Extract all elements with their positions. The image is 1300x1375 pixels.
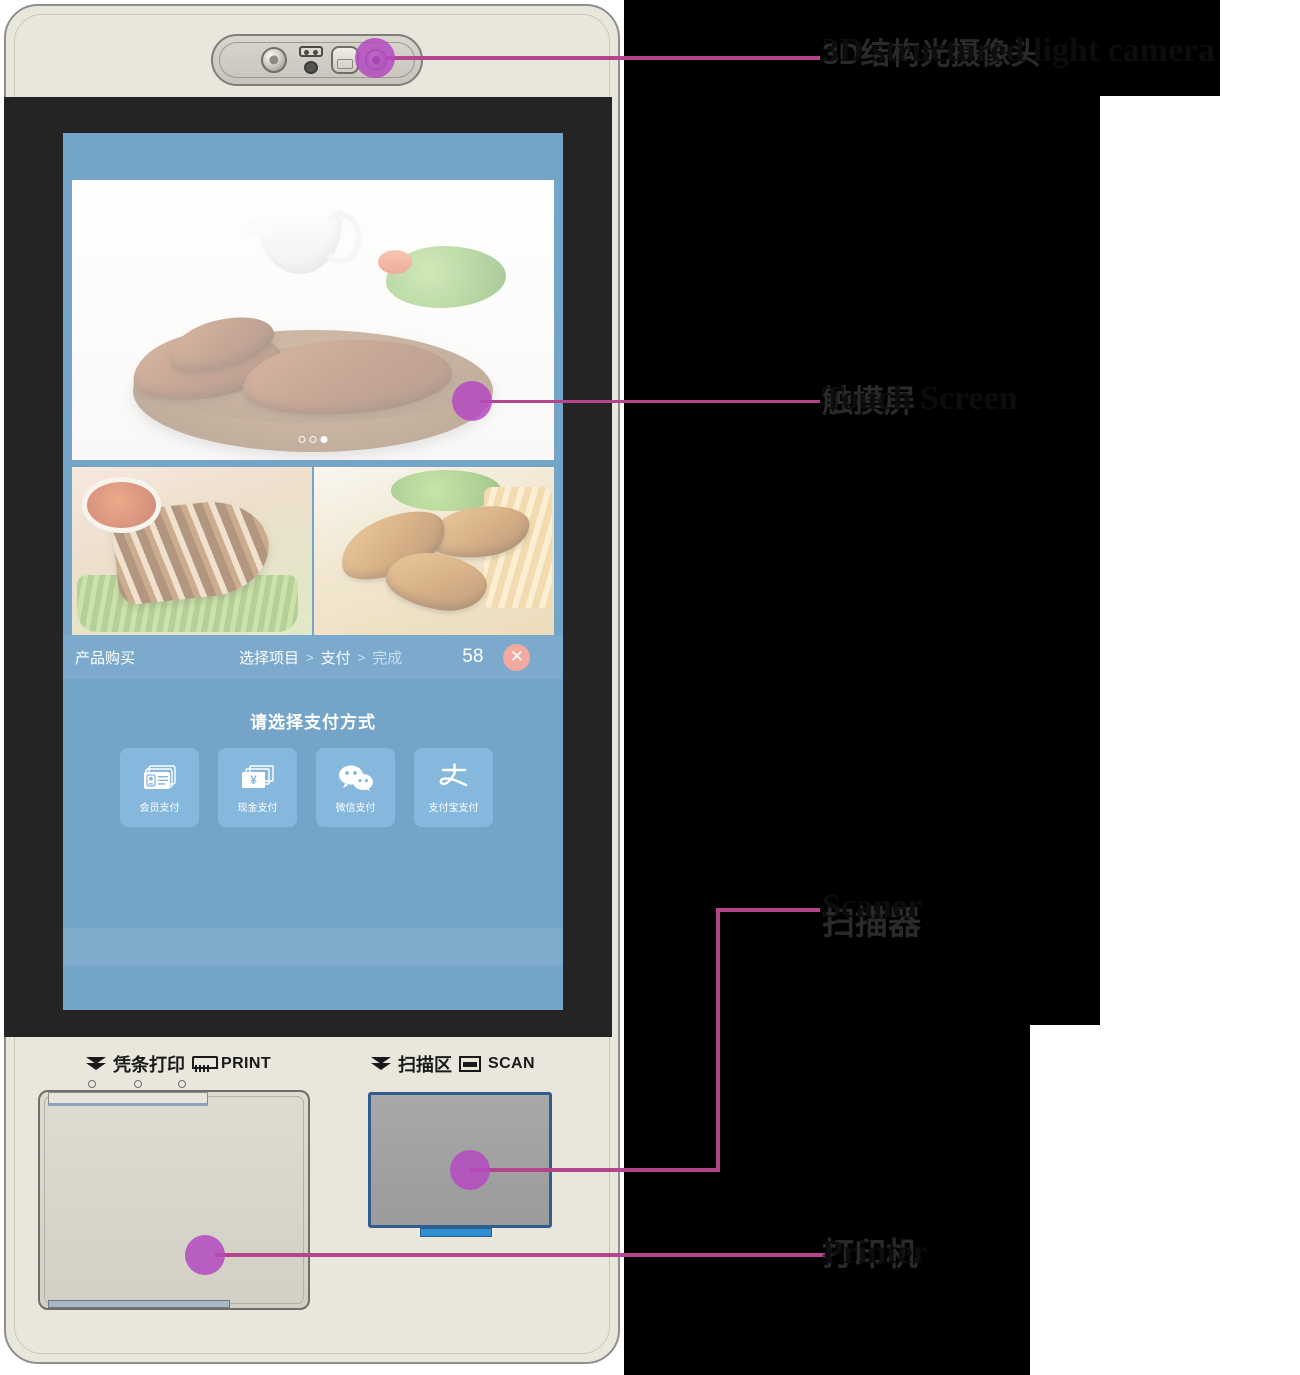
breadcrumb-steps: 选择项目 > 支付 > 完成 [239, 647, 402, 668]
payment-method-label: 现金支付 [237, 802, 278, 814]
callout-line-touchscreen [480, 400, 820, 403]
svg-text:¥: ¥ [250, 773, 257, 787]
scan-label-en: SCAN [488, 1055, 535, 1072]
payment-section-title: 请选择支付方式 [250, 713, 376, 732]
chevron-down-icon [86, 1057, 106, 1071]
callout-label-scanner: 扫描器 Scaner [822, 890, 1122, 950]
print-area-label: 凭条打印 PRINT [86, 1051, 271, 1077]
callout-label-touchscreen: 触摸屏 Touch Screen [822, 382, 1162, 428]
carousel-dot-active[interactable] [320, 436, 328, 443]
carousel-dot[interactable] [298, 436, 306, 443]
breadcrumb-separator: > [306, 649, 314, 665]
product-thumbnail-row[interactable] [72, 467, 554, 635]
payment-method-list: 会员支付 ¥ 现金支付 微信支付 支付宝支付 [120, 748, 493, 827]
print-label-en: PRINT [221, 1055, 271, 1072]
screen-bottom-strip [63, 928, 563, 966]
breadcrumb-step-select[interactable]: 选择项目 [239, 647, 299, 668]
payment-method-member[interactable]: 会员支付 [120, 748, 199, 827]
print-label-cn: 凭条打印 [113, 1055, 185, 1075]
cash-yuan-icon: ¥ [241, 762, 275, 794]
breadcrumb: 产品购买 选择项目 > 支付 > 完成 58 ✕ [63, 635, 563, 679]
carousel-dots[interactable] [298, 436, 328, 443]
payment-method-alipay[interactable]: 支付宝支付 [414, 748, 493, 827]
printer-icon [192, 1056, 218, 1072]
receipt-slot [48, 1092, 208, 1106]
printer-base-trim [48, 1300, 230, 1308]
screenshot-root: 产品购买 选择项目 > 支付 > 完成 58 ✕ 请选择支付方式 会员支付 ¥ … [0, 0, 1300, 1375]
callout-dot-printer [185, 1235, 225, 1275]
payment-method-wechat[interactable]: 微信支付 [316, 748, 395, 827]
callout-label-printer: 打印机 Printer [822, 1236, 1122, 1286]
callout-dot-scanner [450, 1150, 490, 1190]
callout-line-scanner-v [716, 908, 720, 1172]
gravy-boat [258, 210, 362, 274]
product-thumbnail[interactable] [72, 467, 312, 635]
scanner-base-trim [420, 1228, 492, 1237]
receipt-printer[interactable] [38, 1090, 310, 1310]
page-title: 产品购买 [75, 649, 136, 667]
scanner-icon [459, 1056, 481, 1072]
callout-label-camera-en: 3D structured light camera [822, 32, 1216, 69]
scan-area-label: 扫描区 SCAN [371, 1051, 535, 1077]
callout-label-printer-en: Printer [822, 1234, 928, 1271]
camera-lens-icon [261, 47, 287, 73]
callout-line-scanner-h1 [470, 1168, 720, 1172]
callout-label-touchscreen-en: Touch Screen [822, 380, 1018, 417]
printer-screws [38, 1080, 310, 1090]
breadcrumb-step-done: 完成 [372, 649, 403, 667]
callout-line-printer [215, 1253, 825, 1257]
image-overlay [72, 467, 312, 635]
ir-sensor-icon [299, 46, 323, 74]
carousel-dot[interactable] [309, 436, 317, 443]
callout-label-scanner-en: Scaner [822, 888, 923, 925]
image-overlay [314, 467, 554, 635]
callout-label-camera: 3D结构光摄像头 3D structured light camera [822, 34, 1222, 114]
callout-line-camera [385, 56, 820, 60]
member-card-icon [143, 762, 177, 794]
countdown-counter: 58 [462, 646, 484, 667]
payment-method-label: 支付宝支付 [428, 802, 479, 814]
payment-method-label: 微信支付 [335, 802, 376, 814]
callout-dot-touchscreen [452, 381, 492, 421]
callout-dot-camera [355, 38, 395, 78]
touch-screen[interactable]: 产品购买 选择项目 > 支付 > 完成 58 ✕ 请选择支付方式 会员支付 ¥ … [63, 133, 563, 1010]
payment-method-label: 会员支付 [139, 802, 180, 814]
scan-label-cn: 扫描区 [398, 1055, 452, 1075]
payment-method-cash[interactable]: ¥ 现金支付 [218, 748, 297, 827]
breadcrumb-separator: > [357, 649, 366, 665]
tomato-slice [378, 250, 412, 274]
wechat-icon [338, 762, 374, 794]
product-thumbnail[interactable] [314, 467, 554, 635]
annotation-backdrop-bottom [624, 1025, 1030, 1375]
breadcrumb-step-pay[interactable]: 支付 [321, 647, 351, 668]
close-button[interactable]: ✕ [503, 643, 531, 671]
annotation-backdrop-main [624, 0, 1100, 1025]
callout-line-scanner-h2 [716, 908, 820, 912]
chevron-down-icon [371, 1057, 391, 1071]
alipay-icon [437, 762, 471, 794]
